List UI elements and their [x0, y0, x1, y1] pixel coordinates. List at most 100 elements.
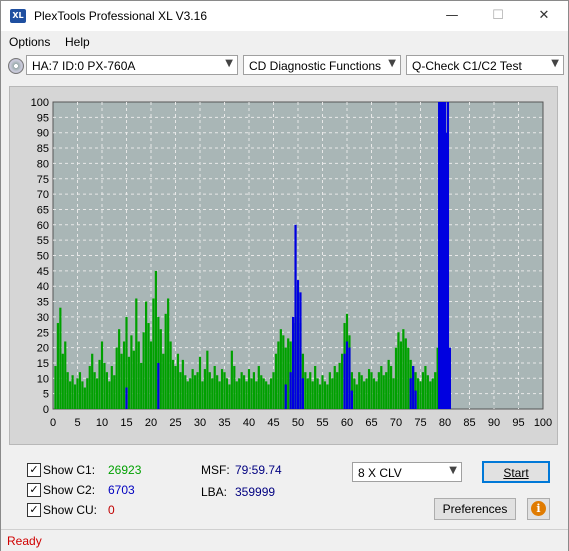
c1-bar	[54, 366, 57, 409]
start-button[interactable]: Start	[482, 461, 550, 483]
show-c2-checkbox[interactable]: ✓	[27, 483, 41, 497]
menu-bar: Options Help	[1, 31, 568, 53]
c2-bar	[409, 378, 412, 409]
c1-bar	[73, 384, 77, 409]
c1-bar	[426, 375, 429, 409]
drive-select[interactable]: HA:7 ID:0 PX-760A ▼	[26, 55, 238, 75]
chevron-down-icon: ▼	[388, 58, 396, 69]
c2-bar	[438, 102, 441, 409]
minimize-button[interactable]: —	[429, 1, 475, 31]
c1-bar	[233, 366, 236, 409]
c1-bar	[363, 381, 366, 409]
status-text: Ready	[7, 534, 42, 548]
preferences-button[interactable]: Preferences	[434, 498, 516, 520]
x-tick-label: 10	[96, 417, 108, 429]
c1-bar	[274, 353, 278, 409]
c1-bar	[336, 372, 339, 409]
c1-bar	[338, 362, 341, 409]
c1-bar	[115, 347, 118, 409]
y-tick-label: 90	[37, 128, 49, 140]
c1-bar	[392, 378, 395, 409]
menu-help[interactable]: Help	[65, 35, 90, 49]
status-bar: Ready	[1, 529, 568, 551]
disc-drive-icon	[8, 58, 24, 74]
show-cu-checkbox[interactable]: ✓	[27, 503, 41, 517]
c1-bar	[309, 372, 312, 409]
c1-bar	[135, 298, 138, 409]
c1-bar	[402, 329, 405, 409]
c1-bar	[176, 353, 180, 409]
c1-bar	[213, 366, 216, 409]
msf-label: MSF:	[201, 463, 230, 477]
menu-options[interactable]: Options	[9, 35, 50, 49]
c1-bar	[316, 378, 319, 409]
msf-value: 79:59.74	[235, 463, 282, 477]
maximize-button[interactable]: ☐	[475, 1, 521, 31]
window-title: PlexTools Professional XL V3.16	[34, 9, 207, 23]
y-tick-label: 45	[37, 266, 49, 278]
c1-bar	[78, 372, 82, 409]
c1-bar	[370, 372, 373, 409]
function-select[interactable]: CD Diagnostic Functions ▼	[243, 55, 401, 75]
c1-bar	[66, 372, 69, 409]
speed-select[interactable]: 8 X CLV ▼	[352, 462, 462, 482]
c1-bar	[154, 270, 158, 409]
y-tick-label: 85	[37, 143, 49, 155]
y-tick-label: 25	[37, 327, 49, 339]
chevron-down-icon: ▼	[225, 58, 233, 69]
c1-bar	[225, 378, 229, 409]
c1-bar	[76, 378, 79, 409]
c1-bar	[171, 359, 175, 409]
y-tick-label: 35	[37, 297, 49, 309]
x-tick-label: 50	[292, 417, 304, 429]
c1-bar	[333, 366, 336, 409]
c1-bar	[196, 372, 199, 409]
title-bar[interactable]: XL PlexTools Professional XL V3.16 — ☐ ✕	[1, 1, 568, 31]
c1-bar	[419, 381, 422, 409]
c1-bar	[198, 356, 202, 409]
test-select[interactable]: Q-Check C1/C2 Test ▼	[406, 55, 564, 75]
c2-bar	[348, 347, 351, 409]
c1-bar	[167, 298, 170, 409]
y-tick-label: 75	[37, 174, 49, 186]
c1-bar	[238, 378, 241, 409]
c1-bar	[127, 356, 131, 409]
c1-bar	[389, 366, 393, 409]
x-tick-label: 85	[463, 417, 475, 429]
y-tick-label: 95	[37, 112, 49, 124]
x-tick-label: 45	[267, 417, 279, 429]
x-tick-label: 25	[169, 417, 181, 429]
close-button[interactable]: ✕	[521, 1, 567, 31]
c1-bar	[216, 375, 219, 409]
y-tick-label: 0	[43, 404, 49, 416]
c1-bar	[159, 329, 162, 409]
c1-bar	[93, 372, 96, 409]
c1-bar	[59, 307, 62, 409]
c1-bar	[91, 353, 94, 409]
c1-bar	[95, 378, 99, 409]
c1-bar	[152, 298, 155, 409]
c1-bar	[169, 341, 172, 409]
c1-bar	[252, 372, 256, 409]
x-tick-label: 55	[316, 417, 328, 429]
c1-bar	[71, 375, 74, 409]
c2-bar	[414, 390, 417, 409]
c2-count: 6703	[108, 483, 135, 497]
c1-bar	[113, 375, 116, 409]
c1-bar	[174, 366, 177, 409]
c2-bar	[448, 347, 452, 409]
info-button[interactable]: i	[527, 498, 550, 520]
c1-bar	[375, 381, 378, 409]
x-tick-label: 100	[534, 417, 552, 429]
c1-bar	[372, 378, 376, 409]
c1-bar	[321, 375, 324, 409]
c1-bar	[83, 387, 86, 409]
y-tick-label: 40	[37, 281, 49, 293]
c1-bar	[69, 381, 72, 409]
c1-bar	[353, 378, 356, 409]
c1-bar	[326, 384, 329, 409]
c1-bar	[86, 378, 89, 409]
show-c1-checkbox[interactable]: ✓	[27, 463, 41, 477]
show-c2-label: Show C2:	[43, 483, 96, 497]
x-tick-label: 60	[341, 417, 353, 429]
